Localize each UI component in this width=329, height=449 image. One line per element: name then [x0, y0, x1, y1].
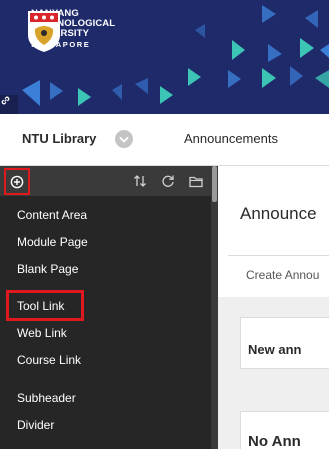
menu-item-course-link[interactable]: Course Link: [17, 353, 81, 367]
menu-scrollbar[interactable]: [211, 166, 218, 449]
menu-scroll-thumb[interactable]: [212, 166, 217, 202]
course-navbar: NTU Library Announcements: [0, 114, 329, 166]
folder-icon[interactable]: [188, 173, 204, 189]
menu-item-subheader[interactable]: Subheader: [17, 391, 76, 405]
empty-announcement-title: No Ann: [248, 433, 301, 449]
ntu-logo[interactable]: NANYANG TECHNOLOGICAL UNIVERSITY SINGAPO…: [26, 9, 115, 52]
announcement-card-title: New ann: [248, 342, 302, 357]
menu-item-web-link[interactable]: Web Link: [17, 326, 67, 340]
menu-item-content-area[interactable]: Content Area: [17, 208, 87, 222]
refresh-icon[interactable]: [160, 173, 176, 189]
course-title[interactable]: NTU Library: [22, 131, 96, 146]
course-menu-toolbar: [0, 166, 211, 196]
heading-divider: [228, 255, 329, 256]
course-menu-toggle[interactable]: [115, 130, 133, 148]
add-menu-item-button[interactable]: [4, 168, 30, 195]
menu-item-divider[interactable]: Divider: [17, 418, 54, 432]
breadcrumb-announcements[interactable]: Announcements: [184, 131, 278, 146]
menu-item-blank-page[interactable]: Blank Page: [17, 262, 78, 276]
main-content: Announce Create Annou New ann No Ann: [218, 167, 329, 449]
course-menu: Content Area Module Page Blank Page Tool…: [0, 166, 218, 449]
create-announcement-button[interactable]: Create Annou: [246, 268, 319, 282]
page-title: Announce: [240, 204, 317, 223]
link-icon[interactable]: [0, 95, 18, 114]
tool-link-highlight: [6, 290, 84, 321]
university-banner: NANYANG TECHNOLOGICAL UNIVERSITY SINGAPO…: [0, 0, 329, 114]
crest-icon: [28, 11, 60, 52]
menu-item-module-page[interactable]: Module Page: [17, 235, 88, 249]
chevron-down-icon: [119, 136, 129, 143]
reorder-icon[interactable]: [132, 173, 148, 189]
add-icon: [10, 175, 24, 188]
